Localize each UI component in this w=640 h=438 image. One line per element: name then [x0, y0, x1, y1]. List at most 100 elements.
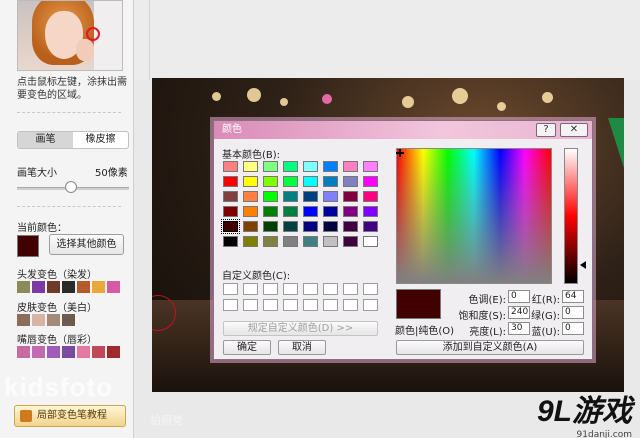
lip-color-swatch[interactable]: [32, 346, 45, 358]
basic-color-swatch[interactable]: [263, 161, 278, 172]
basic-color-swatch[interactable]: [323, 221, 338, 232]
basic-color-swatch[interactable]: [323, 236, 338, 247]
hair-color-swatch[interactable]: [92, 281, 105, 293]
basic-color-swatch[interactable]: [343, 236, 358, 247]
basic-color-swatch[interactable]: [243, 206, 258, 217]
luminance-bar[interactable]: [564, 148, 578, 284]
basic-color-swatch[interactable]: [263, 236, 278, 247]
custom-color-slot[interactable]: [323, 299, 338, 311]
choose-other-color-button[interactable]: 选择其他颜色: [49, 234, 124, 255]
custom-color-slot[interactable]: [323, 283, 338, 295]
basic-color-swatch[interactable]: [223, 161, 238, 172]
custom-color-slot[interactable]: [243, 299, 258, 311]
basic-color-swatch[interactable]: [323, 176, 338, 187]
basic-color-swatch[interactable]: [303, 191, 318, 202]
basic-color-swatch[interactable]: [243, 176, 258, 187]
custom-color-slot[interactable]: [263, 283, 278, 295]
luminance-arrow-icon[interactable]: [580, 261, 586, 269]
basic-color-swatch[interactable]: [323, 191, 338, 202]
basic-color-swatch[interactable]: [343, 191, 358, 202]
hair-color-swatch[interactable]: [77, 281, 90, 293]
hair-color-swatch[interactable]: [107, 281, 120, 293]
basic-color-swatch[interactable]: [303, 221, 318, 232]
skin-color-swatch[interactable]: [47, 314, 60, 326]
hair-color-swatch[interactable]: [62, 281, 75, 293]
color-spectrum[interactable]: [396, 148, 552, 284]
lip-color-swatch[interactable]: [17, 346, 30, 358]
hair-color-swatch[interactable]: [32, 281, 45, 293]
custom-color-slot[interactable]: [343, 299, 358, 311]
basic-color-swatch[interactable]: [363, 236, 378, 247]
custom-color-slot[interactable]: [283, 283, 298, 295]
custom-color-slot[interactable]: [243, 283, 258, 295]
basic-color-swatch[interactable]: [263, 221, 278, 232]
skin-color-swatch[interactable]: [62, 314, 75, 326]
basic-color-swatch[interactable]: [263, 206, 278, 217]
lip-color-swatch[interactable]: [107, 346, 120, 358]
basic-color-swatch[interactable]: [343, 221, 358, 232]
hair-color-swatch[interactable]: [47, 281, 60, 293]
custom-color-slot[interactable]: [363, 283, 378, 295]
basic-color-swatch[interactable]: [283, 161, 298, 172]
lip-color-swatch[interactable]: [62, 346, 75, 358]
basic-color-swatch[interactable]: [363, 221, 378, 232]
red-field[interactable]: 64: [562, 290, 584, 303]
define-custom-colors-button[interactable]: 规定自定义颜色(D) >>: [223, 321, 378, 336]
custom-color-slot[interactable]: [223, 283, 238, 295]
basic-color-swatch[interactable]: [263, 176, 278, 187]
basic-color-swatch[interactable]: [303, 236, 318, 247]
hair-color-swatch[interactable]: [17, 281, 30, 293]
basic-color-swatch[interactable]: [223, 206, 238, 217]
lip-color-swatch[interactable]: [77, 346, 90, 358]
tab-eraser[interactable]: 橡皮擦: [73, 132, 128, 148]
basic-color-swatch[interactable]: [243, 221, 258, 232]
basic-color-swatch[interactable]: [363, 191, 378, 202]
basic-color-swatch[interactable]: [223, 176, 238, 187]
cancel-button[interactable]: 取消: [278, 340, 326, 355]
custom-color-slot[interactable]: [303, 299, 318, 311]
basic-color-swatch[interactable]: [343, 176, 358, 187]
tutorial-button[interactable]: 局部变色笔教程: [14, 405, 126, 427]
green-field[interactable]: 0: [562, 306, 584, 319]
basic-color-swatch[interactable]: [283, 176, 298, 187]
ok-button[interactable]: 确定: [223, 340, 271, 355]
custom-color-slot[interactable]: [263, 299, 278, 311]
basic-color-swatch[interactable]: [303, 161, 318, 172]
custom-color-slot[interactable]: [223, 299, 238, 311]
skin-color-swatch[interactable]: [17, 314, 30, 326]
lip-color-swatch[interactable]: [92, 346, 105, 358]
close-button[interactable]: ✕: [560, 123, 588, 137]
basic-color-swatch[interactable]: [343, 161, 358, 172]
basic-color-swatch[interactable]: [283, 236, 298, 247]
saturation-field[interactable]: 240: [508, 306, 530, 319]
photo-thumbnail[interactable]: [17, 0, 123, 71]
brush-size-slider-handle[interactable]: [64, 181, 77, 193]
lip-color-swatch[interactable]: [47, 346, 60, 358]
basic-color-swatch[interactable]: [303, 206, 318, 217]
hue-field[interactable]: 0: [508, 290, 530, 303]
basic-color-swatch[interactable]: [363, 206, 378, 217]
basic-color-swatch[interactable]: [363, 161, 378, 172]
basic-color-swatch[interactable]: [221, 219, 240, 234]
luminance-field[interactable]: 30: [508, 322, 530, 335]
basic-color-swatch[interactable]: [343, 206, 358, 217]
skin-color-swatch[interactable]: [32, 314, 45, 326]
basic-color-swatch[interactable]: [283, 191, 298, 202]
basic-color-swatch[interactable]: [223, 191, 238, 202]
basic-color-swatch[interactable]: [223, 236, 238, 247]
custom-color-slot[interactable]: [343, 283, 358, 295]
basic-color-swatch[interactable]: [283, 221, 298, 232]
tab-brush[interactable]: 画笔: [18, 132, 73, 148]
help-button[interactable]: ?: [536, 123, 556, 137]
basic-color-swatch[interactable]: [323, 161, 338, 172]
custom-color-slot[interactable]: [303, 283, 318, 295]
basic-color-swatch[interactable]: [303, 176, 318, 187]
basic-color-swatch[interactable]: [243, 191, 258, 202]
custom-color-slot[interactable]: [363, 299, 378, 311]
basic-color-swatch[interactable]: [363, 176, 378, 187]
basic-color-swatch[interactable]: [283, 206, 298, 217]
custom-color-slot[interactable]: [283, 299, 298, 311]
basic-color-swatch[interactable]: [323, 206, 338, 217]
basic-color-swatch[interactable]: [263, 191, 278, 202]
blue-field[interactable]: 0: [562, 322, 584, 335]
